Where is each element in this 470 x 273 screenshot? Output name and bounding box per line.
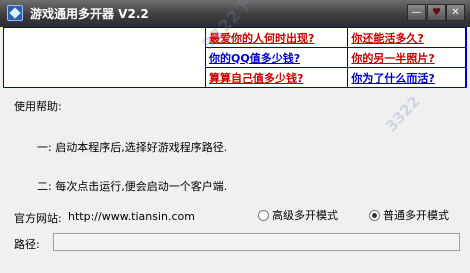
radio-label[interactable]: 高级多开模式 (272, 207, 338, 223)
help-step-1: 一: 启动本程序后,选择好游戏程序路径. (37, 141, 228, 154)
window-title: 游戏通用多开器 V2.2 (30, 7, 149, 21)
radio-normal-mode[interactable]: 普通多开模式 (369, 208, 449, 222)
radio-label[interactable]: 普通多开模式 (383, 207, 449, 223)
ad-link[interactable]: 你的QQ值多少钱? (204, 47, 349, 68)
help-step-2: 二: 每次点击运行,便会启动一个客户端. (37, 180, 228, 193)
watermark-secondary: 3322 (382, 92, 424, 136)
ad-link[interactable]: 你还能活多久? (347, 27, 466, 48)
minimize-button[interactable]: — (407, 4, 426, 21)
ad-link-text[interactable]: 你的QQ值多少钱? (209, 52, 300, 65)
ad-link[interactable]: 你的另一半照片? (347, 47, 466, 68)
ad-links-grid: 最爱你的人何时出现? 你还能活多久? 你的QQ值多少钱? 你的另一半照片? 算算… (204, 27, 466, 88)
ad-link[interactable]: 你为了什么而活? (347, 67, 466, 88)
path-label: 路径: (14, 238, 40, 251)
radio-circle[interactable] (258, 209, 269, 221)
ad-link-text[interactable]: 算算自己值多少钱? (209, 72, 303, 85)
ad-link-text[interactable]: 你还能活多久? (351, 32, 423, 45)
app-icon (7, 5, 23, 21)
ad-link[interactable]: 算算自己值多少钱? (204, 67, 349, 88)
ad-panel: 最爱你的人何时出现? 你还能活多久? 你的QQ值多少钱? 你的另一半照片? 算算… (3, 27, 467, 88)
ad-link-text[interactable]: 你的另一半照片? (351, 52, 434, 65)
ad-link-text[interactable]: 你为了什么而活? (351, 72, 434, 85)
path-input[interactable] (53, 233, 460, 251)
website-label: 官方网站: (14, 212, 62, 225)
close-button[interactable]: ✕ (446, 4, 465, 21)
radio-advanced-mode[interactable]: 高级多开模式 (258, 208, 338, 222)
help-heading: 使用帮助: (14, 100, 62, 113)
website-url[interactable]: http://www.tiansin.com (68, 210, 195, 223)
radio-circle-selected[interactable] (369, 209, 380, 221)
heart-button[interactable]: ♥ (427, 4, 446, 21)
